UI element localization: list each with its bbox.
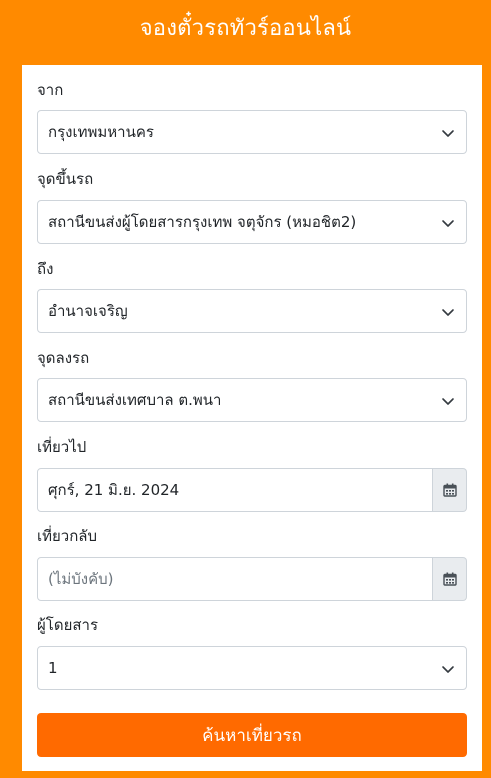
return-label: เที่ยวกลับ [37,527,98,545]
pickup-value: สถานีขนส่งผู้โดยสารกรุงเทพ จตุจักร (หมอช… [48,213,357,231]
booking-form: จาก กรุงเทพมหานคร จุดขึ้นรถ สถานีขนส่งผู… [22,65,482,771]
pickup-select[interactable]: สถานีขนส่งผู้โดยสารกรุงเทพ จตุจักร (หมอช… [37,200,467,244]
passengers-value: 1 [48,659,58,677]
pickup-label: จุดขึ้นรถ [37,170,94,188]
from-label: จาก [37,81,64,99]
dropoff-field: จุดลงรถ สถานีขนส่งเทศบาล ต.พนา [37,347,467,422]
chevron-down-icon [442,398,454,405]
return-date-placeholder: (ไม่บังคับ) [48,570,114,588]
to-value: อำนาจเจริญ [48,302,128,320]
return-date-input[interactable]: (ไม่บังคับ) [37,557,433,601]
calendar-icon [442,483,457,497]
pickup-field: จุดขึ้นรถ สถานีขนส่งผู้โดยสารกรุงเทพ จตุ… [37,168,467,244]
to-label: ถึง [37,260,54,278]
depart-date-group: ศุกร์, 21 มิ.ย. 2024 [37,468,467,512]
dropoff-select[interactable]: สถานีขนส่งเทศบาล ต.พนา [37,378,467,422]
calendar-icon [442,572,457,586]
passengers-field: ผู้โดยสาร 1 [37,614,467,690]
chevron-down-icon [442,666,454,673]
passengers-select[interactable]: 1 [37,646,467,690]
depart-calendar-button[interactable] [433,468,467,512]
passengers-label: ผู้โดยสาร [37,616,99,634]
to-field: ถึง อำนาจเจริญ [37,258,467,333]
return-date-group: (ไม่บังคับ) [37,557,467,601]
chevron-down-icon [442,309,454,316]
to-select[interactable]: อำนาจเจริญ [37,289,467,333]
depart-field: เที่ยวไป ศุกร์, 21 มิ.ย. 2024 [37,436,467,512]
page-header: จองตั๋วรถทัวร์ออนไลน์ [0,0,491,54]
dropoff-value: สถานีขนส่งเทศบาล ต.พนา [48,391,222,409]
from-value: กรุงเทพมหานคร [48,123,154,141]
chevron-down-icon [442,220,454,227]
from-field: จาก กรุงเทพมหานคร [37,79,467,154]
depart-label: เที่ยวไป [37,438,87,456]
dropoff-label: จุดลงรถ [37,349,90,367]
depart-date-value: ศุกร์, 21 มิ.ย. 2024 [48,481,180,499]
page-title: จองตั๋วรถทัวร์ออนไลน์ [139,15,352,41]
chevron-down-icon [442,130,454,137]
return-field: เที่ยวกลับ (ไม่บังคับ) [37,525,467,601]
from-select[interactable]: กรุงเทพมหานคร [37,110,467,154]
return-calendar-button[interactable] [433,557,467,601]
depart-date-input[interactable]: ศุกร์, 21 มิ.ย. 2024 [37,468,433,512]
search-trips-button[interactable]: ค้นหาเที่ยวรถ [37,713,467,757]
search-trips-button-label: ค้นหาเที่ยวรถ [202,725,302,746]
